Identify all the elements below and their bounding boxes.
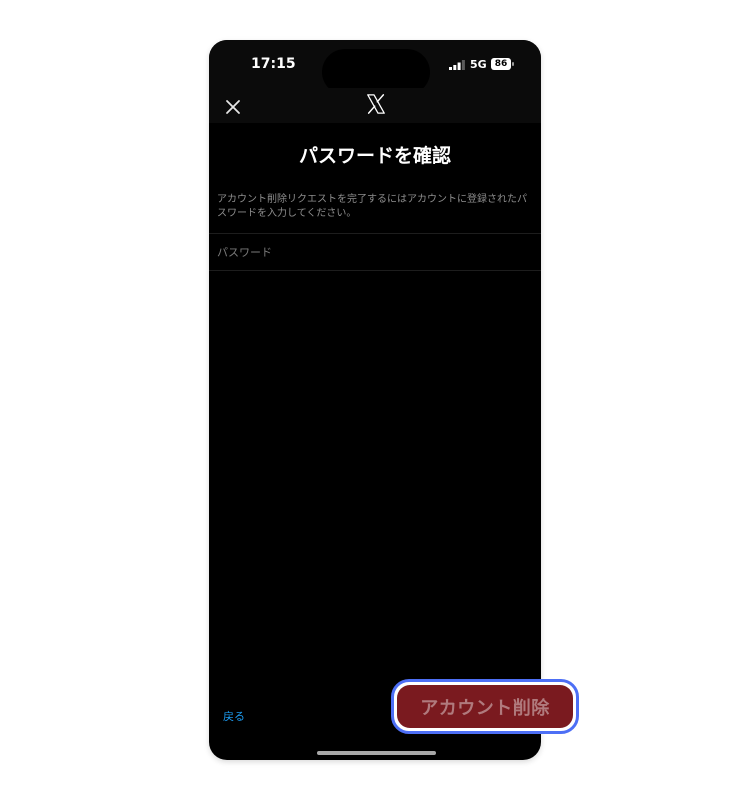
page-title: パスワードを確認: [298, 145, 451, 167]
back-link[interactable]: 戻る: [223, 708, 245, 724]
status-bar: 17:15 5G 86: [209, 40, 541, 95]
close-icon[interactable]: [221, 95, 245, 119]
battery-tip: [512, 62, 514, 66]
delete-account-label: アカウント削除: [397, 685, 573, 728]
delete-account-button[interactable]: アカウント削除: [391, 679, 579, 734]
battery-icon: 86: [491, 58, 511, 70]
signal-icon: [449, 60, 465, 70]
x-logo-icon: [367, 94, 385, 114]
home-indicator: [317, 751, 436, 755]
divider-bottom: [209, 270, 541, 271]
password-input[interactable]: [209, 234, 541, 270]
status-time: 17:15: [251, 56, 296, 72]
network-label: 5G: [470, 58, 487, 71]
description-text: アカウント削除リクエストを完了するにはアカウントに登録されたパスワードを入力して…: [217, 194, 527, 219]
top-nav: [209, 88, 541, 123]
phone-screen: 17:15 5G 86 パスワードを確認 アカウント削除リクエストを完了するには…: [209, 40, 541, 760]
